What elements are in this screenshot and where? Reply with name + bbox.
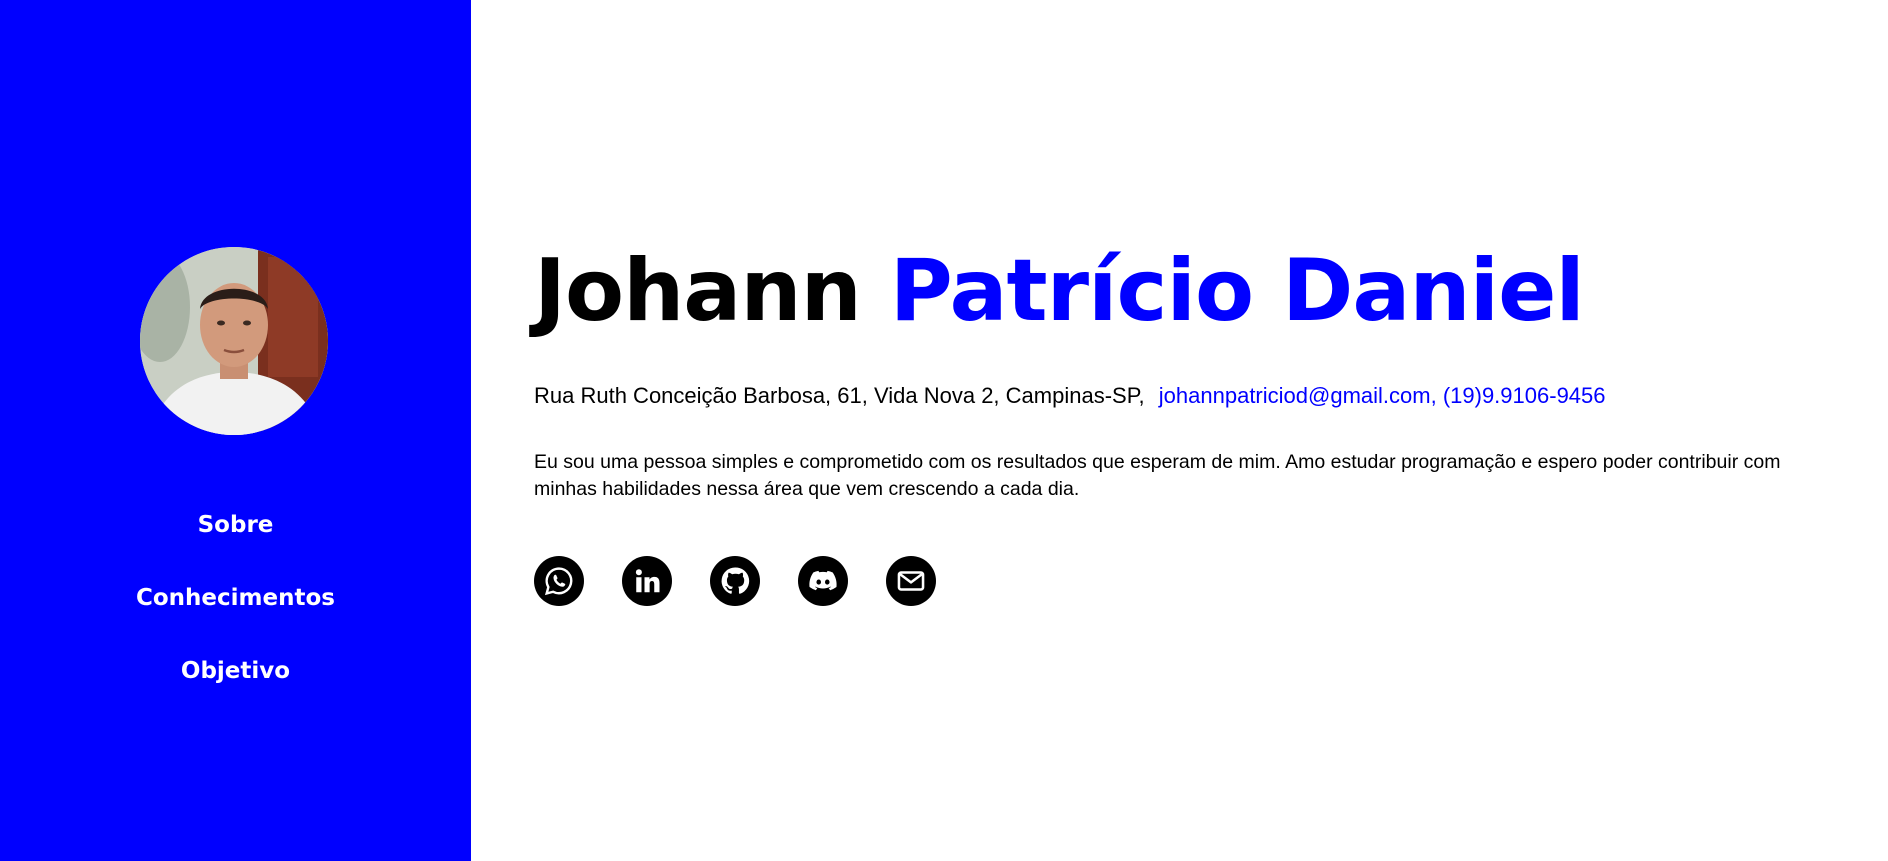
sidebar: Sobre Conhecimentos Objetivo (0, 0, 471, 861)
phone-link[interactable]: (19)9.9106-9456 (1443, 383, 1606, 408)
github-link[interactable] (710, 556, 760, 606)
avatar (140, 247, 328, 435)
mail-link[interactable] (886, 556, 936, 606)
about-text: Eu sou uma pessoa simples e comprometido… (534, 451, 1781, 500)
discord-icon (809, 570, 837, 591)
page: Sobre Conhecimentos Objetivo Johann Patr… (0, 0, 1888, 861)
nav-item-conhecimentos[interactable]: Conhecimentos (136, 578, 335, 651)
linkedin-link[interactable] (622, 556, 672, 606)
whatsapp-icon (544, 567, 573, 596)
first-name: Johann (534, 241, 862, 341)
nav-item-objetivo[interactable]: Objetivo (181, 651, 290, 724)
contact-line: Rua Ruth Conceição Barbosa, 61, Vida Nov… (534, 381, 1606, 411)
social-links (534, 556, 936, 606)
page-title: Johann Patrício Daniel (534, 236, 1585, 346)
last-names: Patrício Daniel (889, 241, 1585, 341)
profile-photo-icon (140, 247, 328, 435)
whatsapp-link[interactable] (534, 556, 584, 606)
linkedin-icon (635, 569, 660, 593)
discord-link[interactable] (798, 556, 848, 606)
sidebar-nav: Sobre Conhecimentos Objetivo (0, 505, 471, 724)
email-link[interactable]: johannpatriciod@gmail.com, (1159, 383, 1437, 408)
address-text: Rua Ruth Conceição Barbosa, 61, Vida Nov… (534, 383, 1145, 408)
mail-icon (897, 571, 925, 591)
nav-item-sobre[interactable]: Sobre (198, 505, 274, 578)
github-icon (721, 567, 750, 594)
main-content: Johann Patrício Daniel Rua Ruth Conceiçã… (471, 0, 1888, 861)
